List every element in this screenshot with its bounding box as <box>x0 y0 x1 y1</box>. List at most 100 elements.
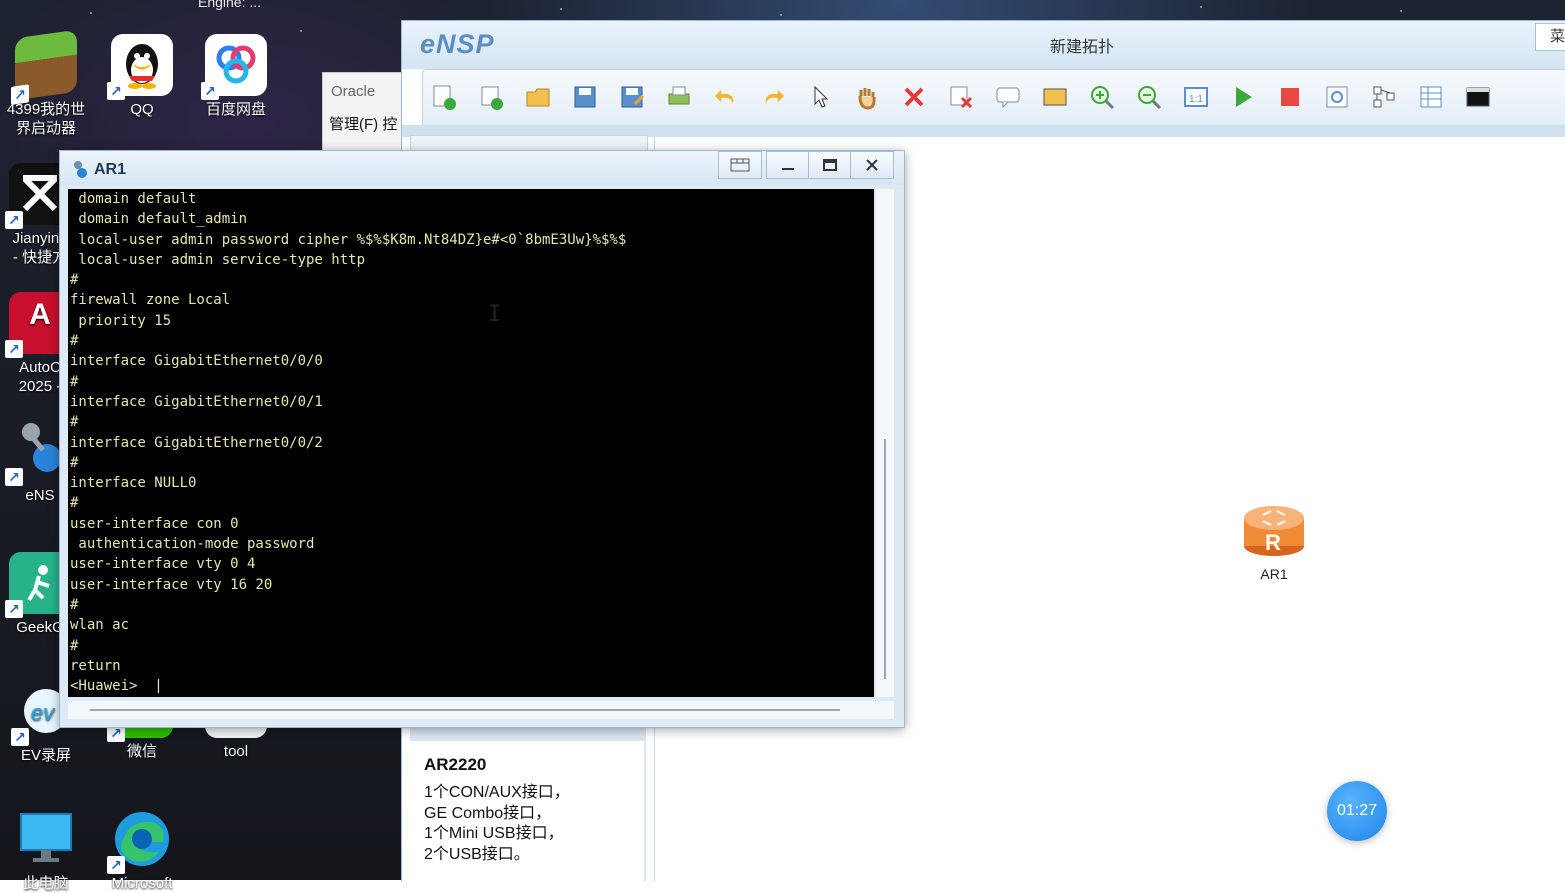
delete-icon[interactable] <box>899 82 929 112</box>
oracle-window-menu[interactable]: 管理(F) 控 <box>329 113 397 134</box>
ensp-logo: eNSP <box>420 29 495 59</box>
device-model-name: AR2220 <box>424 755 487 774</box>
desktop-icon-4399[interactable]: ↗ 4399我的世 界启动器 <box>0 29 92 138</box>
open-icon[interactable] <box>523 82 553 112</box>
ar1-titlebar[interactable]: AR1 <box>60 151 904 185</box>
desktop-icon-label: 4399我的世 界启动器 <box>6 101 86 137</box>
terminal-line: # <box>70 272 79 289</box>
star-decoration <box>300 30 302 32</box>
save-as-icon[interactable] <box>617 82 647 112</box>
text-annotation-icon[interactable] <box>993 82 1023 112</box>
desktop-icon-label: Microsoft <box>111 875 173 892</box>
maximize-button[interactable] <box>808 151 852 179</box>
terminal-line: # <box>70 333 79 350</box>
desktop-icon-label: tool <box>223 743 249 760</box>
capture-icon[interactable] <box>1322 82 1352 112</box>
start-icon[interactable] <box>1228 82 1258 112</box>
device-description-line: 2个USB接口。 <box>424 845 530 863</box>
topology-icon[interactable] <box>1369 82 1399 112</box>
terminal-line: interface GigabitEthernet0/0/2 <box>70 434 323 451</box>
terminal-line: wlan ac <box>70 617 130 634</box>
zoom-out-icon[interactable] <box>1134 82 1164 112</box>
save-icon[interactable] <box>570 82 600 112</box>
new-topology-icon[interactable] <box>429 82 459 112</box>
desktop-icon-qq[interactable]: ↗ QQ <box>96 34 188 119</box>
select-pointer-icon[interactable] <box>805 82 835 112</box>
pan-hand-icon[interactable] <box>852 82 882 112</box>
baidu-netdisk-icon: ↗ <box>201 34 267 100</box>
this-pc-icon <box>15 808 77 870</box>
terminal-line: # <box>70 495 79 512</box>
stop-icon[interactable] <box>1275 82 1305 112</box>
edge-icon: ↗ <box>107 808 173 874</box>
oracle-window-title: Oracle <box>331 83 376 100</box>
router-icon: R <box>1244 506 1304 556</box>
terminal-line: interface GigabitEthernet0/0/1 <box>70 393 323 410</box>
ensp-document-title: 新建拓扑 <box>1050 39 1115 56</box>
device-description-line: 1个CON/AUX接口， <box>424 784 570 801</box>
vertical-scrollbar[interactable] <box>876 189 894 697</box>
desktop-top-caption: Engine: ... <box>198 0 262 10</box>
new-test-icon[interactable] <box>476 82 506 112</box>
terminal-line: domain default_admin <box>70 211 248 228</box>
scrollbar-thumb[interactable] <box>90 709 840 711</box>
terminal-line: user-interface vty 0 4 <box>70 556 256 573</box>
terminal-line: # <box>70 596 79 613</box>
palette-rect-icon[interactable] <box>1040 82 1070 112</box>
close-button[interactable] <box>850 151 894 179</box>
ensp-toolbar: 1:1 <box>422 69 1565 127</box>
desktop-icon-baidu[interactable]: ↗ 百度网盘 <box>190 34 282 119</box>
terminal-line: # <box>70 373 79 390</box>
device-info-card: AR2220 1个CON/AUX接口， GE Combo接口， 1个Mini U… <box>410 741 644 881</box>
terminal-output[interactable]: domain default domain default_admin loca… <box>68 189 874 697</box>
svg-text:1:1: 1:1 <box>1189 94 1203 105</box>
minimize-button[interactable] <box>766 151 810 179</box>
terminal-line: authentication-mode password <box>70 536 315 553</box>
terminal-line: interface GigabitEthernet0/0/0 <box>70 353 323 370</box>
console-icon[interactable] <box>1463 82 1493 112</box>
terminal-line: return <box>70 657 121 674</box>
desktop-icon-this-pc[interactable]: 此电脑 <box>0 808 92 893</box>
terminal-line: priority 15 <box>70 312 172 329</box>
terminal-line: local-user admin service-type http <box>70 251 366 268</box>
star-decoration <box>1200 6 1202 8</box>
desktop-icon-label: EV录屏 <box>20 747 71 764</box>
terminal-line: # <box>70 414 79 431</box>
ensp-menu-button[interactable]: 菜 <box>1535 23 1565 51</box>
terminal-line: local-user admin password cipher %$%$K8m… <box>70 231 627 248</box>
scrollbar-thumb[interactable] <box>884 439 886 679</box>
ar1-console-window[interactable]: AR1 domain default domain default_admin … <box>59 150 905 728</box>
router-label: AR1 <box>1260 566 1288 582</box>
desktop-icon-label: 此电脑 <box>23 875 69 892</box>
zoom-in-icon[interactable] <box>1087 82 1117 112</box>
horizontal-scrollbar[interactable] <box>68 701 894 719</box>
ensp-small-logo-icon <box>70 159 90 184</box>
fit-icon[interactable]: 1:1 <box>1181 82 1211 112</box>
redo-icon[interactable] <box>758 82 788 112</box>
delete-link-icon[interactable] <box>946 82 976 112</box>
terminal-line: firewall zone Local <box>70 292 231 309</box>
terminal-line: <Huawei> | <box>70 678 163 695</box>
tile-windows-button[interactable] <box>718 151 762 179</box>
terminal-line: # <box>70 637 79 654</box>
ar1-window-title: AR1 <box>94 161 127 178</box>
terminal-line: user-interface con 0 <box>70 515 239 532</box>
terminal-lines: domain default domain default_admin loca… <box>70 189 626 696</box>
desktop-icon-edge[interactable]: ↗ Microsoft <box>96 808 188 893</box>
star-decoration <box>90 12 92 14</box>
print-icon[interactable] <box>664 82 694 112</box>
device-description: 1个CON/AUX接口， GE Combo接口， 1个Mini USB接口， 2… <box>424 783 570 865</box>
grid-icon[interactable] <box>1416 82 1446 112</box>
svg-text:R: R <box>1265 530 1281 555</box>
desktop-icon-label: 微信 <box>126 743 157 760</box>
ensp-titlebar: eNSP 新建拓扑 菜 <box>402 21 1565 69</box>
qq-penguin-icon: ↗ <box>107 34 173 100</box>
recording-timer[interactable]: 01:27 <box>1327 781 1387 841</box>
terminal-line: user-interface vty 16 20 <box>70 576 273 593</box>
router-ar1-node[interactable]: R AR1 <box>1241 500 1307 590</box>
device-description-line: GE Combo接口， <box>424 804 552 822</box>
terminal-line: # <box>70 454 79 471</box>
star-decoration <box>1400 10 1402 12</box>
terminal-line: domain default <box>70 191 197 207</box>
undo-icon[interactable] <box>711 82 741 112</box>
